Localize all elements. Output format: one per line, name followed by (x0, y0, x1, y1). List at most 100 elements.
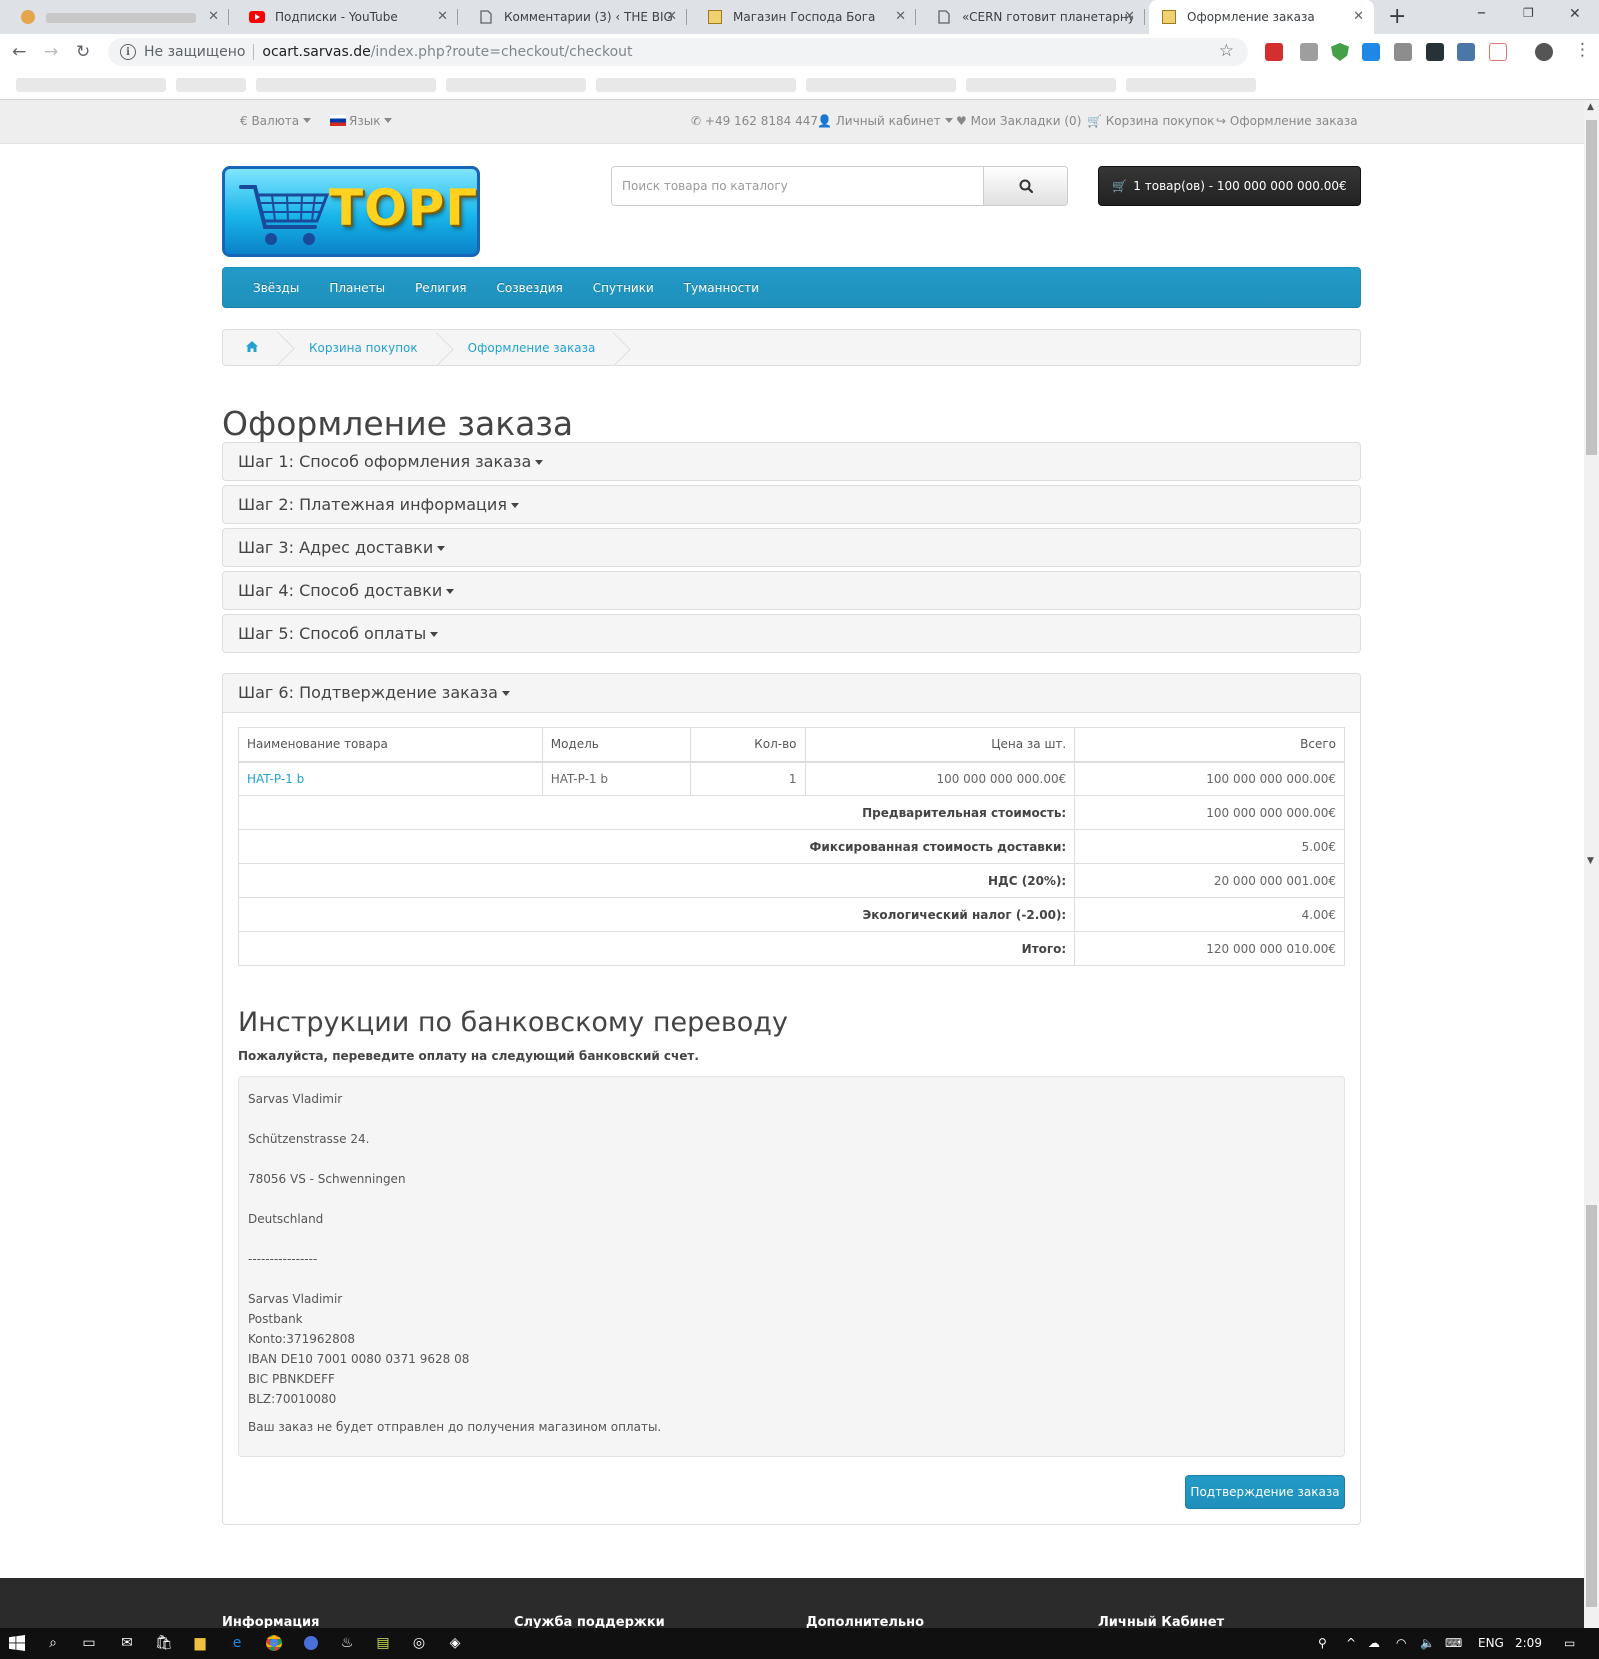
forward-icon[interactable]: → (44, 42, 58, 62)
checkout-step-5[interactable]: Шаг 5: Способ оплаты (222, 614, 1361, 653)
scroll-up-icon[interactable]: ▲ (1587, 102, 1594, 112)
bookmark-item[interactable] (16, 78, 166, 92)
security-label: Не защищено (144, 44, 246, 60)
menu-item-planets[interactable]: Планеты (329, 281, 385, 295)
search-button[interactable] (983, 167, 1067, 205)
chrome-icon[interactable] (265, 1634, 283, 1652)
totals-value: 5.00€ (1074, 829, 1345, 864)
volume-icon[interactable]: 🔈 (1420, 1636, 1435, 1650)
minimize-icon[interactable]: – (1477, 2, 1486, 23)
store-icon[interactable]: 🛍 (155, 1634, 173, 1652)
extension-icon[interactable] (1489, 43, 1507, 61)
mail-icon[interactable]: ✉ (118, 1634, 136, 1652)
tab-close-icon[interactable]: ✕ (208, 9, 219, 24)
checkout-step-3[interactable]: Шаг 3: Адрес доставки (222, 528, 1361, 567)
bookmark-item[interactable] (446, 78, 586, 92)
bookmark-item[interactable] (176, 78, 246, 92)
caret-down-icon (535, 460, 544, 465)
tab-close-icon[interactable]: ✕ (895, 9, 906, 24)
restore-icon[interactable]: ❐ (1523, 6, 1534, 20)
browser-tab-5[interactable]: «CERN готовит планетарную ✕ (924, 0, 1145, 34)
bookmark-star-icon[interactable]: ☆ (1219, 41, 1234, 61)
wifi-icon[interactable]: ◠ (1396, 1636, 1406, 1650)
new-tab-icon[interactable]: + (1388, 4, 1406, 29)
breadcrumb-home[interactable] (245, 340, 299, 356)
shop-logo[interactable]: ТОРГ (222, 166, 480, 257)
menu-item-nebulae[interactable]: Туманности (684, 281, 759, 295)
checkout-step-2[interactable]: Шаг 2: Платежная информация (222, 485, 1361, 524)
notes-icon[interactable]: ▤ (374, 1634, 392, 1652)
menu-item-religion[interactable]: Религия (415, 281, 466, 295)
currency-dropdown[interactable]: € Валюта (240, 114, 312, 128)
browser-tab-active[interactable]: Оформление заказа ✕ (1149, 0, 1374, 34)
extension-icon[interactable] (1426, 43, 1444, 61)
breadcrumb-cart[interactable]: Корзина покупок (309, 341, 458, 355)
cart-summary-button[interactable]: 🛒 1 товар(ов) - 100 000 000 000.00€ (1098, 166, 1361, 206)
wishlist-link[interactable]: ♥ Мои Закладки (0) (956, 114, 1081, 128)
tab-close-icon[interactable]: ✕ (1353, 9, 1364, 24)
task-view-icon[interactable]: ▭ (80, 1634, 98, 1652)
menu-item-constellations[interactable]: Созвездия (496, 281, 562, 295)
breadcrumb-checkout[interactable]: Оформление заказа (468, 341, 636, 355)
browser-tab-3[interactable]: Комментарии (3) ‹ THE BIG TH ✕ (466, 0, 687, 34)
cart-link[interactable]: 🛒 Корзина покупок (1087, 114, 1214, 128)
tab-close-icon[interactable]: ✕ (666, 9, 677, 24)
steam-icon[interactable]: ♨ (338, 1634, 356, 1652)
back-icon[interactable]: ← (12, 42, 26, 62)
bank-line: Deutschland (248, 1212, 324, 1226)
app-icon[interactable]: ◈ (446, 1634, 464, 1652)
info-icon[interactable]: i (120, 44, 136, 60)
browser-tab-4[interactable]: Магазин Господа Бога ✕ (695, 0, 916, 34)
clock[interactable]: 2:09 (1515, 1636, 1542, 1650)
bookmark-item[interactable] (966, 78, 1116, 92)
extension-icon[interactable] (1265, 43, 1283, 61)
chrome-menu-icon[interactable]: ⋮ (1574, 40, 1591, 60)
checkout-link[interactable]: ↪ Оформление заказа (1216, 114, 1358, 128)
menu-item-satellites[interactable]: Спутники (593, 281, 654, 295)
bookmark-item[interactable] (256, 78, 436, 92)
search-input[interactable] (612, 167, 983, 205)
phone-link[interactable]: ✆ +49 162 8184 447 (691, 114, 818, 128)
extension-icon[interactable] (1362, 43, 1380, 61)
window-close-icon[interactable]: ✕ (1569, 6, 1581, 22)
extension-icon[interactable] (1300, 43, 1318, 61)
url-field[interactable]: i Не защищено ocart.sarvas.de/index.php?… (108, 38, 1248, 66)
checkout-step-6[interactable]: Шаг 6: Подтверждение заказа (223, 674, 1360, 713)
people-icon[interactable]: ⚲ (1318, 1636, 1327, 1650)
vk-extension-icon[interactable] (1457, 43, 1475, 61)
bookmark-item[interactable] (1126, 78, 1256, 92)
language-dropdown[interactable]: Язык (330, 114, 393, 128)
menu-item-stars[interactable]: Звёзды (253, 281, 299, 295)
shield-extension-icon[interactable] (1331, 43, 1349, 61)
onedrive-icon[interactable]: ☁ (1368, 1636, 1380, 1650)
browser-tab-2[interactable]: Подписки - YouTube ✕ (237, 0, 458, 34)
notifications-icon[interactable]: ▭ (1564, 1636, 1575, 1650)
profile-avatar[interactable] (1535, 43, 1553, 61)
checkout-step-4[interactable]: Шаг 4: Способ доставки (222, 571, 1361, 610)
bookmark-item[interactable] (596, 78, 796, 92)
file-explorer-icon[interactable]: ▆ (191, 1634, 209, 1652)
scrollbar-thumb[interactable] (1586, 120, 1597, 455)
confirm-order-button[interactable]: Подтверждение заказа (1185, 1475, 1345, 1509)
tab-close-icon[interactable]: ✕ (437, 9, 448, 24)
tray-chevron-icon[interactable]: ^ (1346, 1636, 1356, 1650)
browser-tab-1[interactable]: ✕ (8, 0, 229, 34)
extension-icon[interactable] (1394, 43, 1412, 61)
bank-transfer-subtitle: Пожалуйста, переведите оплату на следующ… (238, 1049, 699, 1063)
product-link[interactable]: HAT-P-1 b (247, 772, 304, 786)
scrollbar-thumb[interactable] (1586, 1205, 1597, 1607)
tab-close-icon[interactable]: ✕ (1124, 9, 1135, 24)
keyboard-icon[interactable]: ⌨ (1445, 1636, 1462, 1650)
bookmark-item[interactable] (806, 78, 956, 92)
account-dropdown[interactable]: 👤 Личный кабинет (817, 114, 953, 128)
checkout-step-1[interactable]: Шаг 1: Способ оформления заказа (222, 442, 1361, 481)
windows-start-icon[interactable] (8, 1634, 26, 1652)
shop-favicon-icon (1161, 9, 1177, 25)
reload-icon[interactable]: ↻ (76, 42, 90, 62)
app-icon[interactable]: ◎ (410, 1634, 428, 1652)
search-icon[interactable]: ⌕ (44, 1634, 62, 1652)
page-scrollbar[interactable]: ▲ ▼ (1584, 100, 1599, 1628)
edge-icon[interactable]: e (228, 1634, 246, 1652)
language-indicator[interactable]: ENG (1478, 1636, 1504, 1650)
app-icon[interactable] (302, 1634, 320, 1652)
